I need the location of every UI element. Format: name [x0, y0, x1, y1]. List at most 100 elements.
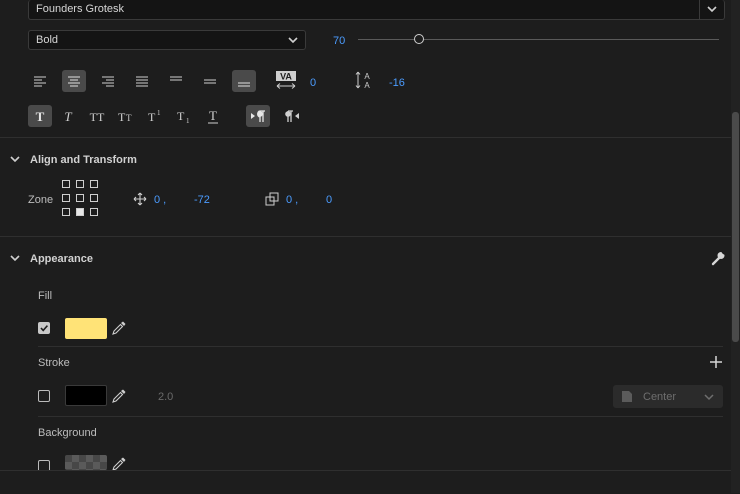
font-style-value: Bold [36, 34, 59, 46]
chevron-down-icon[interactable] [9, 253, 21, 263]
small-caps-icon: TT [118, 110, 132, 123]
align-middle-button[interactable] [198, 70, 222, 92]
fill-color-swatch[interactable] [65, 318, 107, 339]
svg-text:T: T [64, 109, 72, 123]
font-family-value: Founders Grotesk [36, 3, 125, 15]
position-x-value[interactable]: 0 , [154, 194, 166, 206]
svg-text:1: 1 [186, 117, 190, 123]
subscript-button[interactable]: T1 [172, 105, 196, 127]
position-y-value[interactable]: -72 [194, 194, 210, 206]
align-bottom-button[interactable] [232, 70, 256, 92]
justify-button[interactable] [130, 70, 154, 92]
eyedropper-icon[interactable] [111, 388, 127, 404]
dropdown-separator [699, 0, 700, 19]
zone-cell-selected[interactable] [76, 208, 84, 216]
zone-cell[interactable] [76, 180, 84, 188]
fill-label: Fill [38, 290, 53, 302]
chevron-down-icon[interactable] [9, 154, 21, 164]
section-divider [0, 137, 731, 138]
small-caps-button[interactable]: TT [114, 105, 138, 127]
zone-grid[interactable] [62, 180, 102, 220]
underline-button[interactable]: T [201, 105, 225, 127]
italic-t-icon: T [64, 109, 72, 123]
underline-icon: T [208, 108, 218, 124]
zone-cell[interactable] [90, 194, 98, 202]
faux-bold-button[interactable]: T [28, 105, 52, 127]
stroke-width-value[interactable]: 2.0 [158, 391, 173, 403]
zone-cell[interactable] [90, 180, 98, 188]
stroke-color-swatch[interactable] [65, 385, 107, 406]
svg-text:T: T [177, 109, 185, 123]
svg-text:T: T [148, 110, 156, 123]
svg-text:T: T [209, 108, 217, 123]
font-size-slider-thumb[interactable] [414, 34, 425, 44]
all-caps-icon: TT [90, 110, 105, 123]
svg-text:A: A [364, 72, 370, 81]
superscript-button[interactable]: T1 [143, 105, 167, 127]
justify-icon [136, 76, 148, 87]
background-label: Background [38, 427, 97, 439]
tracking-icon: VA [275, 70, 297, 90]
leading-icon: AA [354, 69, 374, 91]
background-color-swatch[interactable] [65, 455, 107, 470]
eyedropper-icon[interactable] [111, 320, 127, 336]
rtl-pilcrow-icon [285, 110, 299, 122]
zone-label: Zone [28, 194, 54, 206]
align-top-button[interactable] [164, 70, 188, 92]
all-caps-button[interactable]: TT [85, 105, 109, 127]
row-divider [38, 346, 723, 347]
stroke-position-value: Center [643, 391, 677, 403]
move-position-icon [133, 192, 147, 206]
chevron-down-icon [704, 394, 714, 401]
align-center-icon [68, 76, 80, 87]
font-style-dropdown[interactable]: Bold [28, 30, 306, 50]
row-divider [38, 416, 723, 417]
zone-cell[interactable] [62, 194, 70, 202]
superscript-icon: T1 [148, 109, 161, 123]
svg-text:T: T [118, 110, 126, 123]
wrench-icon[interactable] [710, 250, 726, 266]
faux-italic-button[interactable]: T [56, 105, 80, 127]
panel-bottom-strip [0, 470, 731, 494]
align-right-icon [102, 76, 114, 87]
plus-icon[interactable] [710, 356, 722, 368]
stroke-position-dropdown[interactable]: Center [613, 385, 723, 408]
align-right-button[interactable] [96, 70, 120, 92]
tracking-value[interactable]: 0 [310, 77, 316, 89]
appearance-title: Appearance [30, 253, 93, 265]
chevron-down-icon [707, 6, 717, 13]
font-family-dropdown[interactable]: Founders Grotesk [28, 0, 725, 20]
stroke-checkbox[interactable] [38, 390, 50, 402]
zone-cell[interactable] [62, 208, 70, 216]
svg-text:T: T [36, 109, 45, 123]
scrollbar-thumb[interactable] [732, 112, 739, 342]
align-bottom-icon [238, 82, 250, 87]
ltr-text-direction-button[interactable] [246, 105, 270, 127]
font-size-slider[interactable] [358, 34, 719, 44]
zone-cell[interactable] [62, 180, 70, 188]
rtl-text-direction-button[interactable] [280, 105, 304, 127]
bold-t-icon: T [36, 109, 45, 123]
zone-cell[interactable] [76, 194, 84, 202]
stroke-label: Stroke [38, 357, 70, 369]
ltr-pilcrow-icon [251, 110, 265, 122]
align-middle-icon [204, 79, 216, 84]
checkmark-icon [40, 325, 49, 332]
section-divider [0, 236, 731, 237]
svg-text:A: A [364, 81, 370, 90]
leading-value[interactable]: -16 [389, 77, 405, 89]
scale-y-value[interactable]: 0 [326, 194, 332, 206]
svg-text:VA: VA [280, 72, 292, 82]
align-center-button[interactable] [62, 70, 86, 92]
stroke-position-icon [622, 391, 632, 402]
fill-checkbox[interactable] [38, 322, 50, 334]
align-top-icon [170, 76, 182, 81]
chevron-down-icon [288, 37, 298, 44]
scale-icon [265, 192, 279, 206]
align-left-button[interactable] [28, 70, 52, 92]
font-size-value[interactable]: 70 [333, 35, 345, 47]
svg-text:T: T [126, 113, 132, 123]
scale-x-value[interactable]: 0 , [286, 194, 298, 206]
zone-cell[interactable] [90, 208, 98, 216]
align-transform-title: Align and Transform [30, 154, 137, 166]
